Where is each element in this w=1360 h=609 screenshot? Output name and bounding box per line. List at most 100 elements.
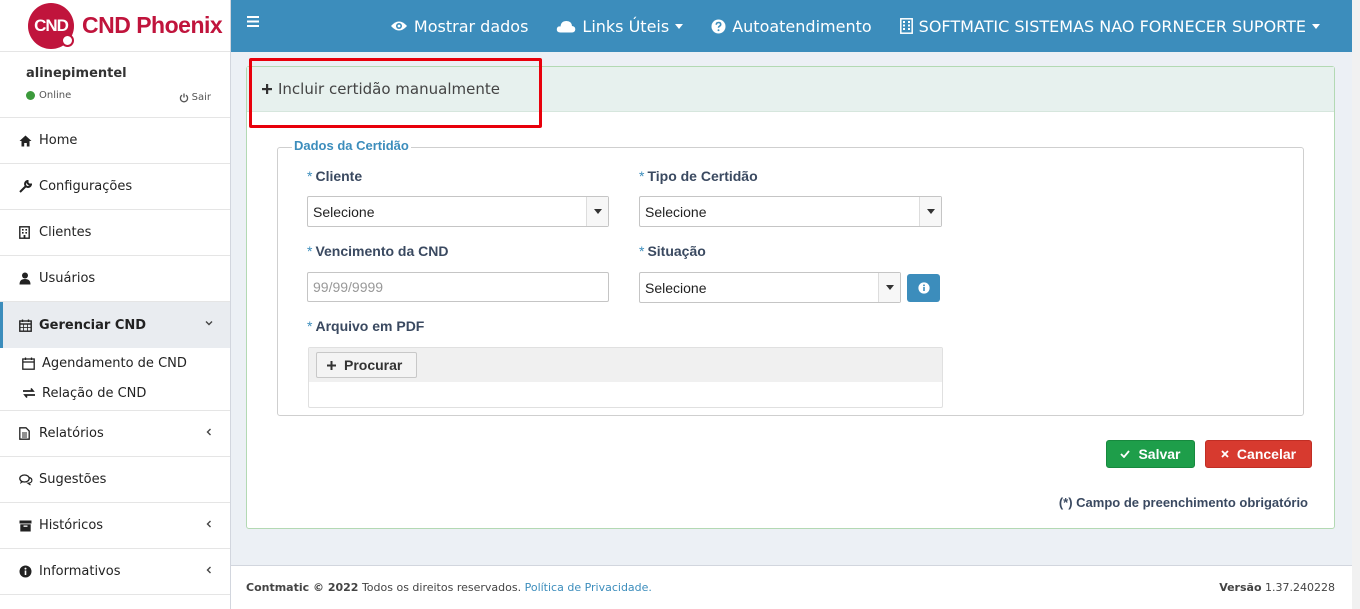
fieldset-legend: Dados da Certidão [292, 138, 411, 153]
sidebar-subitem-agendamento[interactable]: Agendamento de CND [0, 348, 230, 378]
sidebar-item-configuracoes[interactable]: Configurações [0, 164, 230, 210]
save-button[interactable]: Salvar [1106, 440, 1195, 468]
required-mark: * [307, 168, 313, 184]
sidebar-item-clientes[interactable]: Clientes [0, 210, 230, 256]
user-icon [19, 272, 35, 285]
sidebar-item-label: Home [39, 133, 78, 148]
sidebar-item-relatorios[interactable]: Relatórios [0, 411, 230, 457]
logo[interactable]: CND CND Phoenix [0, 0, 230, 52]
required-mark: * [639, 168, 645, 184]
pdf-upload-area[interactable]: Procurar [308, 347, 943, 408]
user-status-text: Online [39, 90, 72, 101]
wrench-icon [19, 180, 35, 193]
sidebar-item-label: Usuários [39, 271, 96, 286]
cliente-label-text: Cliente [315, 168, 363, 184]
user-name: alinepimentel [26, 66, 127, 81]
sidebar-item-historicos[interactable]: Históricos [0, 503, 230, 549]
company-dropdown[interactable]: SOFTMATIC SISTEMAS NAO FORNECER SUPORTE [899, 16, 1320, 36]
situacao-select[interactable]: Selecione [639, 272, 901, 303]
vencimento-label: * Vencimento da CND [307, 243, 448, 259]
vencimento-placeholder: 99/99/9999 [313, 279, 384, 295]
situacao-info-button[interactable] [907, 274, 940, 302]
sidebar-item-informativos[interactable]: Informativos [0, 549, 230, 595]
sidebar-subitem-relacao[interactable]: Relação de CND [0, 378, 230, 408]
situacao-label-text: Situação [647, 243, 706, 259]
tipo-certidao-label: * Tipo de Certidão [639, 168, 758, 184]
info-icon [19, 565, 35, 578]
certidao-fieldset: Dados da Certidão * Cliente Selecione * Ti… [277, 138, 1304, 416]
select-arrow-icon [586, 197, 608, 226]
check-icon [1120, 450, 1131, 458]
plus-icon [327, 360, 336, 370]
main-panel: Incluir certidão manualmente Dados da Ce… [246, 66, 1335, 529]
sidebar-item-label: Configurações [39, 179, 133, 194]
close-icon [1221, 450, 1229, 458]
building-icon [19, 226, 35, 239]
building-icon [899, 18, 913, 34]
home-icon [19, 135, 35, 147]
links-uteis-dropdown[interactable]: Links Úteis [556, 16, 684, 36]
company-label: SOFTMATIC SISTEMAS NAO FORNECER SUPORTE [918, 16, 1306, 36]
privacy-link[interactable]: Política de Privacidade. [525, 581, 652, 594]
vencimento-input[interactable]: 99/99/9999 [307, 272, 609, 302]
logo-badge-text: CND [34, 15, 69, 35]
tipo-certidao-label-text: Tipo de Certidão [647, 168, 758, 184]
save-button-label: Salvar [1138, 446, 1181, 462]
panel-header[interactable]: Incluir certidão manualmente [247, 67, 1334, 112]
situacao-select-value: Selecione [645, 279, 707, 296]
hamburger-menu-icon[interactable] [247, 16, 259, 31]
cancel-button[interactable]: Cancelar [1205, 440, 1312, 468]
cancel-button-label: Cancelar [1236, 446, 1297, 462]
sidebar-item-label: Gerenciar CND [39, 317, 147, 333]
sidebar-item-gerenciar-cnd[interactable]: Gerenciar CND [0, 302, 230, 348]
logo-mini-icon [61, 33, 74, 47]
exchange-icon [22, 387, 40, 399]
info-circle-icon [917, 282, 930, 294]
sidebar-item-label: Sugestões [39, 472, 107, 487]
mostrar-dados-link[interactable]: Mostrar dados [390, 17, 528, 36]
page-scrollbar[interactable] [1352, 0, 1360, 609]
required-mark: * [307, 243, 313, 259]
caret-down-icon [1312, 23, 1320, 29]
calendar-empty-icon [22, 357, 40, 370]
chevron-left-icon [204, 518, 214, 533]
submenu-gerenciar-cnd: Agendamento de CND Relação de CND [0, 348, 230, 411]
vencimento-label-text: Vencimento da CND [315, 243, 449, 259]
required-note: (*) Campo de preenchimento obrigatório [1058, 495, 1308, 510]
sidebar-item-label: Relatórios [39, 426, 104, 441]
sidebar: CND CND Phoenix alinepimentel Online Sai… [0, 0, 231, 609]
brand-name: CND Phoenix [82, 12, 223, 38]
sidebar-item-sugestoes[interactable]: Sugestões [0, 457, 230, 503]
autoatendimento-link[interactable]: Autoatendimento [711, 16, 872, 36]
arquivo-label-text: Arquivo em PDF [315, 318, 425, 334]
online-dot-icon [26, 91, 35, 100]
logo-badge: CND [28, 2, 74, 49]
version-label: Versão [1219, 581, 1262, 594]
links-uteis-label: Links Úteis [582, 16, 670, 36]
comments-icon [19, 473, 35, 486]
logout-link[interactable]: Sair [179, 92, 211, 103]
sidebar-item-usuarios[interactable]: Usuários [0, 256, 230, 302]
browse-button-label: Procurar [344, 357, 403, 373]
question-circle-icon [711, 19, 726, 33]
select-arrow-icon [919, 197, 941, 226]
calendar-icon [19, 319, 35, 332]
autoatendimento-label: Autoatendimento [732, 16, 872, 36]
sidebar-item-label: Informativos [39, 564, 121, 579]
tipo-certidao-select[interactable]: Selecione [639, 196, 942, 227]
logout-label: Sair [191, 92, 211, 103]
cliente-select[interactable]: Selecione [307, 196, 609, 227]
cliente-select-value: Selecione [313, 203, 375, 220]
required-mark: * [307, 318, 313, 334]
arquivo-label: * Arquivo em PDF [307, 318, 424, 334]
footer-rights: Todos os direitos reservados. [361, 581, 522, 594]
situacao-label: * Situação [639, 243, 706, 259]
footer-left: Contmatic © 2022 Todos os direitos reser… [246, 581, 652, 594]
footer-company: Contmatic © 2022 [246, 581, 359, 594]
panel-title: Incluir certidão manualmente [278, 80, 500, 98]
sidebar-item-home[interactable]: Home [0, 118, 230, 164]
plus-icon [262, 84, 272, 94]
browse-button[interactable]: Procurar [316, 352, 418, 378]
cliente-label: * Cliente [307, 168, 362, 184]
tipo-certidao-select-value: Selecione [645, 203, 707, 220]
